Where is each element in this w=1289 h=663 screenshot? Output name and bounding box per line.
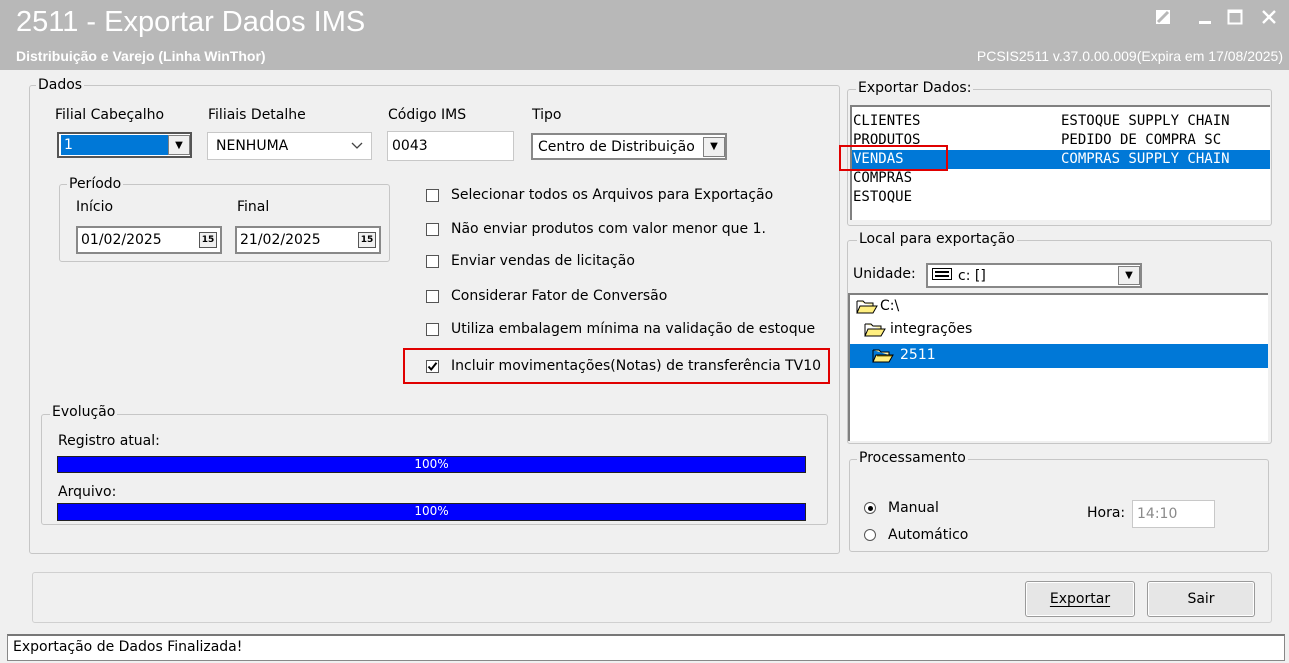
- inicio-value: 01/02/2025: [81, 232, 162, 248]
- status-text: Exportação de Dados Finalizada!: [13, 639, 243, 655]
- tree-item[interactable]: integrações: [864, 321, 972, 337]
- option-label: Utiliza embalagem mínima na validação de…: [451, 321, 816, 337]
- radio-label: Automático: [888, 527, 969, 543]
- chevron-down-icon[interactable]: ▼: [703, 136, 725, 157]
- calendar-icon[interactable]: 15: [199, 232, 217, 248]
- unidade-select[interactable]: c: [] ▼: [926, 263, 1142, 288]
- drive-icon: [932, 267, 952, 284]
- status-bar: Exportação de Dados Finalizada!: [7, 634, 1285, 661]
- codigo-ims-input[interactable]: 0043: [387, 131, 514, 161]
- dados-group-label: Dados: [36, 77, 85, 93]
- checkbox[interactable]: [426, 254, 439, 268]
- codigo-ims-label: Código IMS: [388, 107, 467, 123]
- chevron-down-icon[interactable]: ▼: [1118, 266, 1140, 285]
- inicio-label: Início: [76, 199, 114, 215]
- filiais-detalhe-value: NENHUMA: [216, 138, 289, 154]
- check-icon: [427, 361, 438, 371]
- calendar-icon[interactable]: 15: [358, 232, 376, 248]
- registro-atual-label: Registro atual:: [58, 433, 160, 449]
- restore-icon[interactable]: [1150, 8, 1176, 32]
- option-label: Incluir movimentações(Notas) de transfer…: [451, 358, 822, 374]
- checkbox-checked[interactable]: [426, 359, 439, 373]
- option-embalagem-minima[interactable]: Utiliza embalagem mínima na validação de…: [426, 321, 815, 337]
- window-title: 2511 - Exportar Dados IMS: [16, 6, 366, 38]
- list-item[interactable]: COMPRAS SUPPLY CHAIN: [1061, 150, 1230, 169]
- chevron-down-icon[interactable]: ▼: [168, 135, 190, 155]
- window-subtitle: Distribuição e Varejo (Linha WinThor): [16, 48, 266, 64]
- tipo-label: Tipo: [532, 107, 562, 123]
- list-item[interactable]: COMPRAS: [853, 169, 920, 188]
- checkbox[interactable]: [426, 188, 439, 202]
- option-label: Considerar Fator de Conversão: [451, 288, 668, 304]
- radio-label: Manual: [888, 500, 939, 516]
- filial-cabecalho-value: 1: [61, 135, 168, 155]
- option-incluir-transferencia[interactable]: Incluir movimentações(Notas) de transfer…: [426, 358, 821, 374]
- exportar-button-label: Exportar: [1049, 591, 1111, 607]
- list-item[interactable]: PEDIDO DE COMPRA SC: [1061, 131, 1230, 150]
- folder-open-icon: [872, 349, 894, 363]
- tipo-value: Centro de Distribuição: [538, 138, 695, 155]
- sair-button[interactable]: Sair: [1147, 581, 1255, 617]
- exportar-button[interactable]: Exportar: [1025, 581, 1135, 617]
- highlight-box: [839, 145, 948, 171]
- tree-item-label: C:\: [880, 298, 900, 314]
- option-enviar-vendas-licitacao[interactable]: Enviar vendas de licitação: [426, 253, 635, 269]
- title-bar: 2511 - Exportar Dados IMS Distribuição e…: [0, 0, 1289, 70]
- evolucao-group-label: Evolução: [50, 404, 118, 420]
- checkbox[interactable]: [426, 222, 439, 236]
- filial-cabecalho-label: Filial Cabeçalho: [55, 107, 165, 123]
- filial-cabecalho-select[interactable]: 1 ▼: [57, 132, 192, 158]
- filiais-detalhe-label: Filiais Detalhe: [208, 107, 306, 123]
- unidade-label: Unidade:: [853, 266, 916, 282]
- option-selecionar-todos[interactable]: Selecionar todos os Arquivos para Export…: [426, 187, 773, 203]
- tree-item-label: 2511: [900, 347, 936, 363]
- folder-tree[interactable]: C:\ integrações 2511: [848, 293, 1268, 441]
- tree-item-selected[interactable]: 2511: [872, 347, 936, 363]
- radio-automatico[interactable]: Automático: [864, 527, 968, 543]
- final-label: Final: [237, 199, 270, 215]
- tree-item[interactable]: C:\: [856, 298, 899, 314]
- radio-manual[interactable]: Manual: [864, 500, 939, 516]
- exportar-column-2: ESTOQUE SUPPLY CHAIN PEDIDO DE COMPRA SC…: [1061, 112, 1230, 169]
- inicio-date-input[interactable]: 01/02/2025 15: [76, 226, 222, 254]
- checkbox[interactable]: [426, 289, 439, 303]
- close-icon[interactable]: [1256, 8, 1282, 32]
- final-value: 21/02/2025: [240, 232, 321, 248]
- sair-button-label: Sair: [1187, 591, 1215, 607]
- arquivo-progress-bar: 100%: [57, 503, 806, 521]
- unidade-value: c: []: [958, 267, 986, 284]
- radio-selected[interactable]: [864, 502, 876, 514]
- option-label: Selecionar todos os Arquivos para Export…: [451, 187, 774, 203]
- option-label: Não enviar produtos com valor menor que …: [451, 221, 766, 237]
- checkbox[interactable]: [426, 322, 439, 336]
- arquivo-label: Arquivo:: [58, 484, 117, 500]
- processamento-group-label: Processamento: [857, 450, 968, 466]
- list-item[interactable]: ESTOQUE: [853, 188, 920, 207]
- hora-input[interactable]: 14:10: [1132, 500, 1215, 528]
- hora-label: Hora:: [1087, 505, 1126, 521]
- chevron-down-icon[interactable]: [351, 138, 363, 154]
- version-label: PCSIS2511 v.37.0.00.009(Expira em 17/08/…: [976, 48, 1283, 64]
- final-date-input[interactable]: 21/02/2025 15: [235, 226, 381, 254]
- registro-progress-bar: 100%: [57, 456, 806, 473]
- tree-item-label: integrações: [890, 321, 973, 337]
- folder-open-icon: [856, 300, 878, 314]
- minimize-icon[interactable]: [1192, 8, 1218, 32]
- local-group-label: Local para exportação: [857, 231, 1017, 247]
- periodo-group-label: Período: [67, 176, 124, 192]
- list-item[interactable]: ESTOQUE SUPPLY CHAIN: [1061, 112, 1230, 131]
- option-label: Enviar vendas de licitação: [451, 253, 635, 269]
- radio-unselected[interactable]: [864, 529, 876, 541]
- filiais-detalhe-select[interactable]: NENHUMA: [207, 132, 372, 160]
- folder-open-icon: [864, 323, 886, 337]
- tipo-select[interactable]: Centro de Distribuição ▼: [531, 133, 727, 160]
- option-nao-enviar-produtos[interactable]: Não enviar produtos com valor menor que …: [426, 221, 766, 237]
- maximize-icon[interactable]: [1222, 8, 1248, 32]
- exportar-group-label: Exportar Dados:: [856, 80, 974, 96]
- option-fator-conversao[interactable]: Considerar Fator de Conversão: [426, 288, 667, 304]
- list-item[interactable]: CLIENTES: [853, 112, 920, 131]
